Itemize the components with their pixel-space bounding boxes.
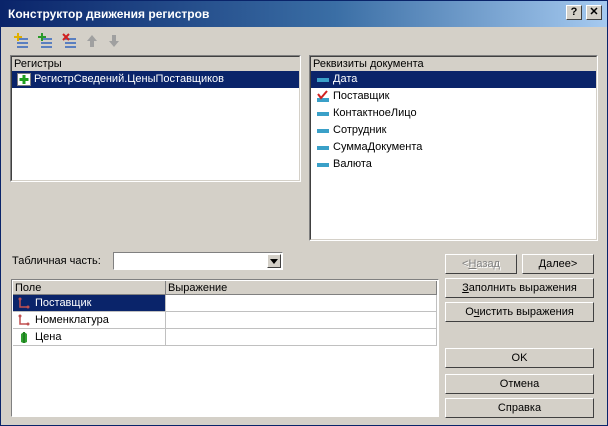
attribute-item[interactable]: СуммаДокумента: [311, 139, 596, 156]
field-cell[interactable]: Поставщик: [13, 295, 166, 312]
attribute-item[interactable]: Дата: [311, 71, 596, 88]
add-all-icon: [38, 33, 52, 48]
next-button[interactable]: Далее>: [522, 254, 594, 274]
ok-button-label: OK: [511, 352, 528, 364]
field-name: Номенклатура: [35, 314, 109, 326]
attribute-item[interactable]: КонтактноеЛицо: [311, 105, 596, 122]
attribute-item-label: СуммаДокумента: [333, 141, 423, 153]
clear-button-text: О: [465, 306, 474, 318]
close-button[interactable]: ✕: [586, 5, 602, 20]
attributes-panel: Реквизиты документа Дата Поставщик Конта…: [309, 55, 598, 241]
field-icon: [317, 78, 329, 82]
green-plus-icon: [17, 73, 31, 86]
chevron-down-icon: [270, 258, 278, 264]
field-name: Цена: [35, 331, 62, 343]
help-button[interactable]: Справка: [445, 398, 594, 418]
field-icon: [317, 112, 329, 116]
column-header-expression[interactable]: Выражение: [166, 281, 437, 295]
add-register-icon: [14, 33, 28, 48]
fields-grid: Поле Выражение Поставщик Номенклатура Це…: [11, 279, 439, 417]
add-all-registers-button[interactable]: [35, 31, 57, 51]
fill-expressions-button[interactable]: Заполнить выражения: [445, 278, 594, 298]
tabular-part-label: Табличная часть:: [12, 255, 101, 267]
move-down-button[interactable]: [103, 31, 125, 51]
field-cell[interactable]: Цена: [13, 329, 166, 346]
expression-value: [166, 331, 169, 343]
attribute-item[interactable]: Валюта: [311, 156, 596, 173]
help-title-button[interactable]: ?: [566, 5, 582, 20]
field-name: Поставщик: [35, 297, 92, 309]
table-row[interactable]: Цена: [13, 329, 437, 346]
attribute-item-label: Валюта: [333, 158, 372, 170]
attribute-item-label: КонтактноеЛицо: [333, 107, 417, 119]
attribute-item[interactable]: Поставщик: [311, 88, 596, 105]
registers-panel: Регистры РегистрСведений.ЦеныПоставщиков: [10, 55, 301, 182]
attributes-header: Реквизиты документа: [311, 57, 596, 72]
window-title: Конструктор движения регистров: [8, 7, 210, 21]
question-icon: ?: [570, 6, 578, 18]
next-button-label: Далее>: [538, 258, 578, 270]
expression-value: [166, 297, 169, 309]
attribute-item[interactable]: Сотрудник: [311, 122, 596, 139]
arrow-down-icon: [109, 35, 119, 47]
expression-value: [166, 314, 169, 326]
dialog-window: Конструктор движения регистров ? ✕ Регис…: [0, 0, 608, 426]
field-icon: [317, 129, 329, 133]
cancel-button[interactable]: Отмена: [445, 374, 594, 394]
table-row[interactable]: Номенклатура: [13, 312, 437, 329]
ok-button[interactable]: OK: [445, 348, 594, 368]
title-bar[interactable]: Конструктор движения регистров ? ✕: [1, 1, 607, 27]
checked-field-icon: [317, 90, 329, 102]
dimension-icon: [18, 297, 30, 309]
table-row[interactable]: Поставщик: [13, 295, 437, 312]
expression-cell[interactable]: [166, 295, 437, 312]
registers-header: Регистры: [12, 57, 299, 72]
attribute-item-label: Дата: [333, 73, 358, 85]
delete-register-button[interactable]: [59, 31, 81, 51]
register-item-label: РегистрСведений.ЦеныПоставщиков: [34, 73, 225, 85]
back-button[interactable]: <Назад: [445, 254, 517, 274]
attribute-item-label: Поставщик: [333, 90, 390, 102]
tabular-part-select[interactable]: [113, 252, 283, 270]
resource-icon: [21, 332, 27, 343]
clear-expressions-button[interactable]: Очистить выражения: [445, 302, 594, 322]
close-icon: ✕: [589, 6, 599, 18]
attribute-item-label: Сотрудник: [333, 124, 387, 136]
clear-button-label: истить выражения: [479, 306, 574, 318]
help-button-label: Справка: [497, 402, 542, 414]
fill-button-label: аполнить выражения: [468, 282, 577, 294]
register-item[interactable]: РегистрСведений.ЦеныПоставщиков: [12, 71, 299, 88]
expression-cell[interactable]: [166, 312, 437, 329]
dropdown-button[interactable]: [267, 254, 281, 268]
expression-cell[interactable]: [166, 329, 437, 346]
delete-register-icon: [62, 33, 76, 48]
arrow-up-icon: [87, 35, 97, 47]
cancel-button-label: Отмена: [499, 378, 540, 390]
field-icon: [317, 163, 329, 167]
fill-button-accel: З: [462, 282, 469, 294]
field-icon: [317, 146, 329, 150]
back-button-text-rest: азад: [476, 258, 500, 270]
column-header-field[interactable]: Поле: [13, 281, 166, 295]
add-register-button[interactable]: [11, 31, 33, 51]
move-up-button[interactable]: [81, 31, 103, 51]
dimension-icon: [18, 314, 30, 326]
field-cell[interactable]: Номенклатура: [13, 312, 166, 329]
